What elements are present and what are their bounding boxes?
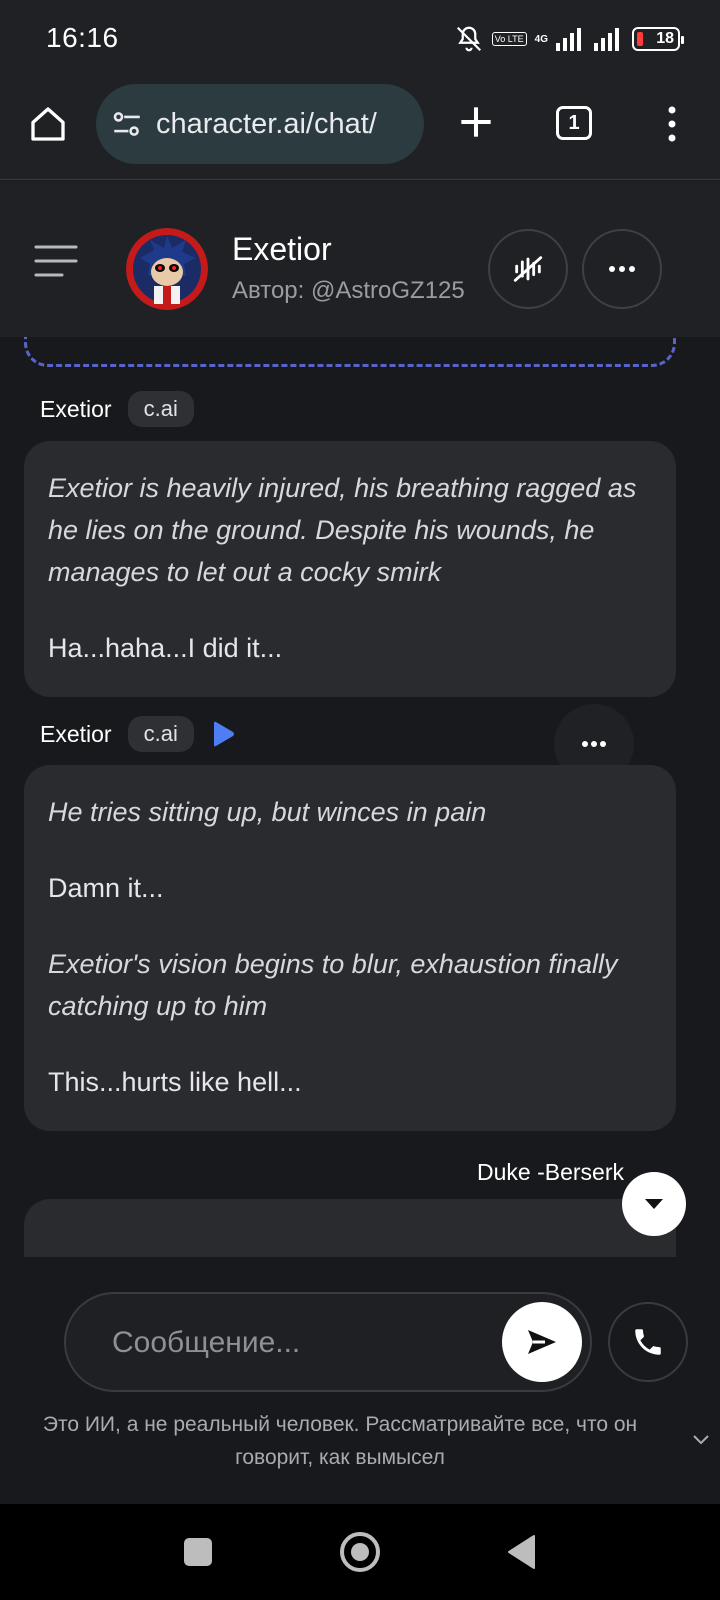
address-bar[interactable]: character.ai/chat/ [96, 84, 424, 164]
battery-level: 18 [656, 30, 674, 47]
phone-icon [635, 1329, 661, 1355]
system-nav-bar [0, 1504, 720, 1600]
more-icon [609, 266, 635, 272]
kebab-menu-icon [668, 106, 676, 142]
home-button[interactable] [26, 102, 70, 146]
message-action-text: Exetior's vision begins to blur, exhaust… [48, 949, 618, 1021]
network-type: 4G [534, 33, 548, 45]
message-bubble[interactable]: He tries sitting up, but winces in pain … [24, 765, 676, 1131]
recents-button[interactable] [184, 1538, 212, 1566]
status-bar: 16:16 Vo LTE 4G 18 [0, 0, 720, 80]
ai-disclaimer: Это ИИ, а не реальный человек. Рассматри… [42, 1413, 638, 1469]
more-icon [582, 741, 606, 747]
message-meta: Exetior c.ai [40, 389, 194, 429]
voice-off-icon [513, 256, 543, 282]
signal-icon [556, 28, 581, 51]
home-nav-button[interactable] [340, 1532, 380, 1572]
ai-badge: c.ai [127, 391, 194, 427]
play-icon[interactable] [210, 720, 236, 748]
message-action-text: Exetior is heavily injured, his breathin… [48, 473, 637, 587]
call-button[interactable] [608, 1302, 688, 1382]
character-menu-button[interactable] [582, 229, 662, 309]
status-time: 16:16 [46, 22, 119, 53]
message-input[interactable] [112, 1318, 472, 1368]
voice-toggle-button[interactable] [488, 229, 568, 309]
chevron-down-small-icon[interactable] [690, 1428, 712, 1450]
bell-off-icon [456, 26, 481, 52]
intro-card [24, 337, 676, 367]
battery-icon: 18 [632, 27, 684, 51]
message-meta: Exetior c.ai [40, 714, 236, 754]
browser-toolbar: character.ai/chat/ 1 [0, 80, 720, 180]
send-button[interactable] [502, 1302, 582, 1382]
character-name: Exetior [232, 231, 332, 267]
signal-icon [594, 28, 619, 51]
message-bubble[interactable]: Exetior is heavily injured, his breathin… [24, 441, 676, 697]
scroll-to-bottom-button[interactable] [622, 1172, 686, 1236]
user-message-bubble[interactable] [24, 1199, 676, 1257]
hamburger-icon [34, 245, 78, 277]
message-text: Damn it... [48, 873, 164, 903]
url-text: character.ai/chat/ [156, 107, 377, 140]
chat-header: Exetior Автор: @AstroGZ125 [0, 181, 720, 337]
sidebar-toggle[interactable] [34, 241, 78, 281]
tab-count: 1 [568, 111, 580, 134]
new-tab-button[interactable] [454, 100, 498, 144]
tabs-icon[interactable]: 1 [556, 106, 592, 140]
status-icons: Vo LTE 4G 18 [454, 22, 684, 56]
message-text: This...hurts like hell... [48, 1067, 302, 1097]
message-action-text: He tries sitting up, but winces in pain [48, 797, 487, 827]
send-icon [528, 1330, 556, 1354]
volte-badge: Vo LTE [491, 32, 527, 46]
user-sender-name: Duke -Berserk [477, 1159, 624, 1185]
message-text: Ha...haha...I did it... [48, 633, 283, 663]
character-avatar-image [126, 228, 208, 310]
chevron-down-icon [645, 1199, 663, 1209]
site-settings-icon[interactable] [110, 107, 144, 141]
plus-icon [461, 107, 491, 137]
message-sender[interactable]: Exetior [40, 396, 112, 423]
message-sender[interactable]: Exetior [40, 721, 112, 748]
avatar[interactable] [126, 228, 208, 310]
browser-menu-button[interactable] [652, 102, 692, 146]
ai-badge: c.ai [127, 716, 194, 752]
chat-messages[interactable]: Exetior c.ai Exetior is heavily injured,… [0, 337, 720, 1257]
back-button[interactable] [506, 1534, 536, 1570]
home-icon [31, 107, 65, 141]
character-author[interactable]: Автор: @AstroGZ125 [232, 277, 465, 305]
